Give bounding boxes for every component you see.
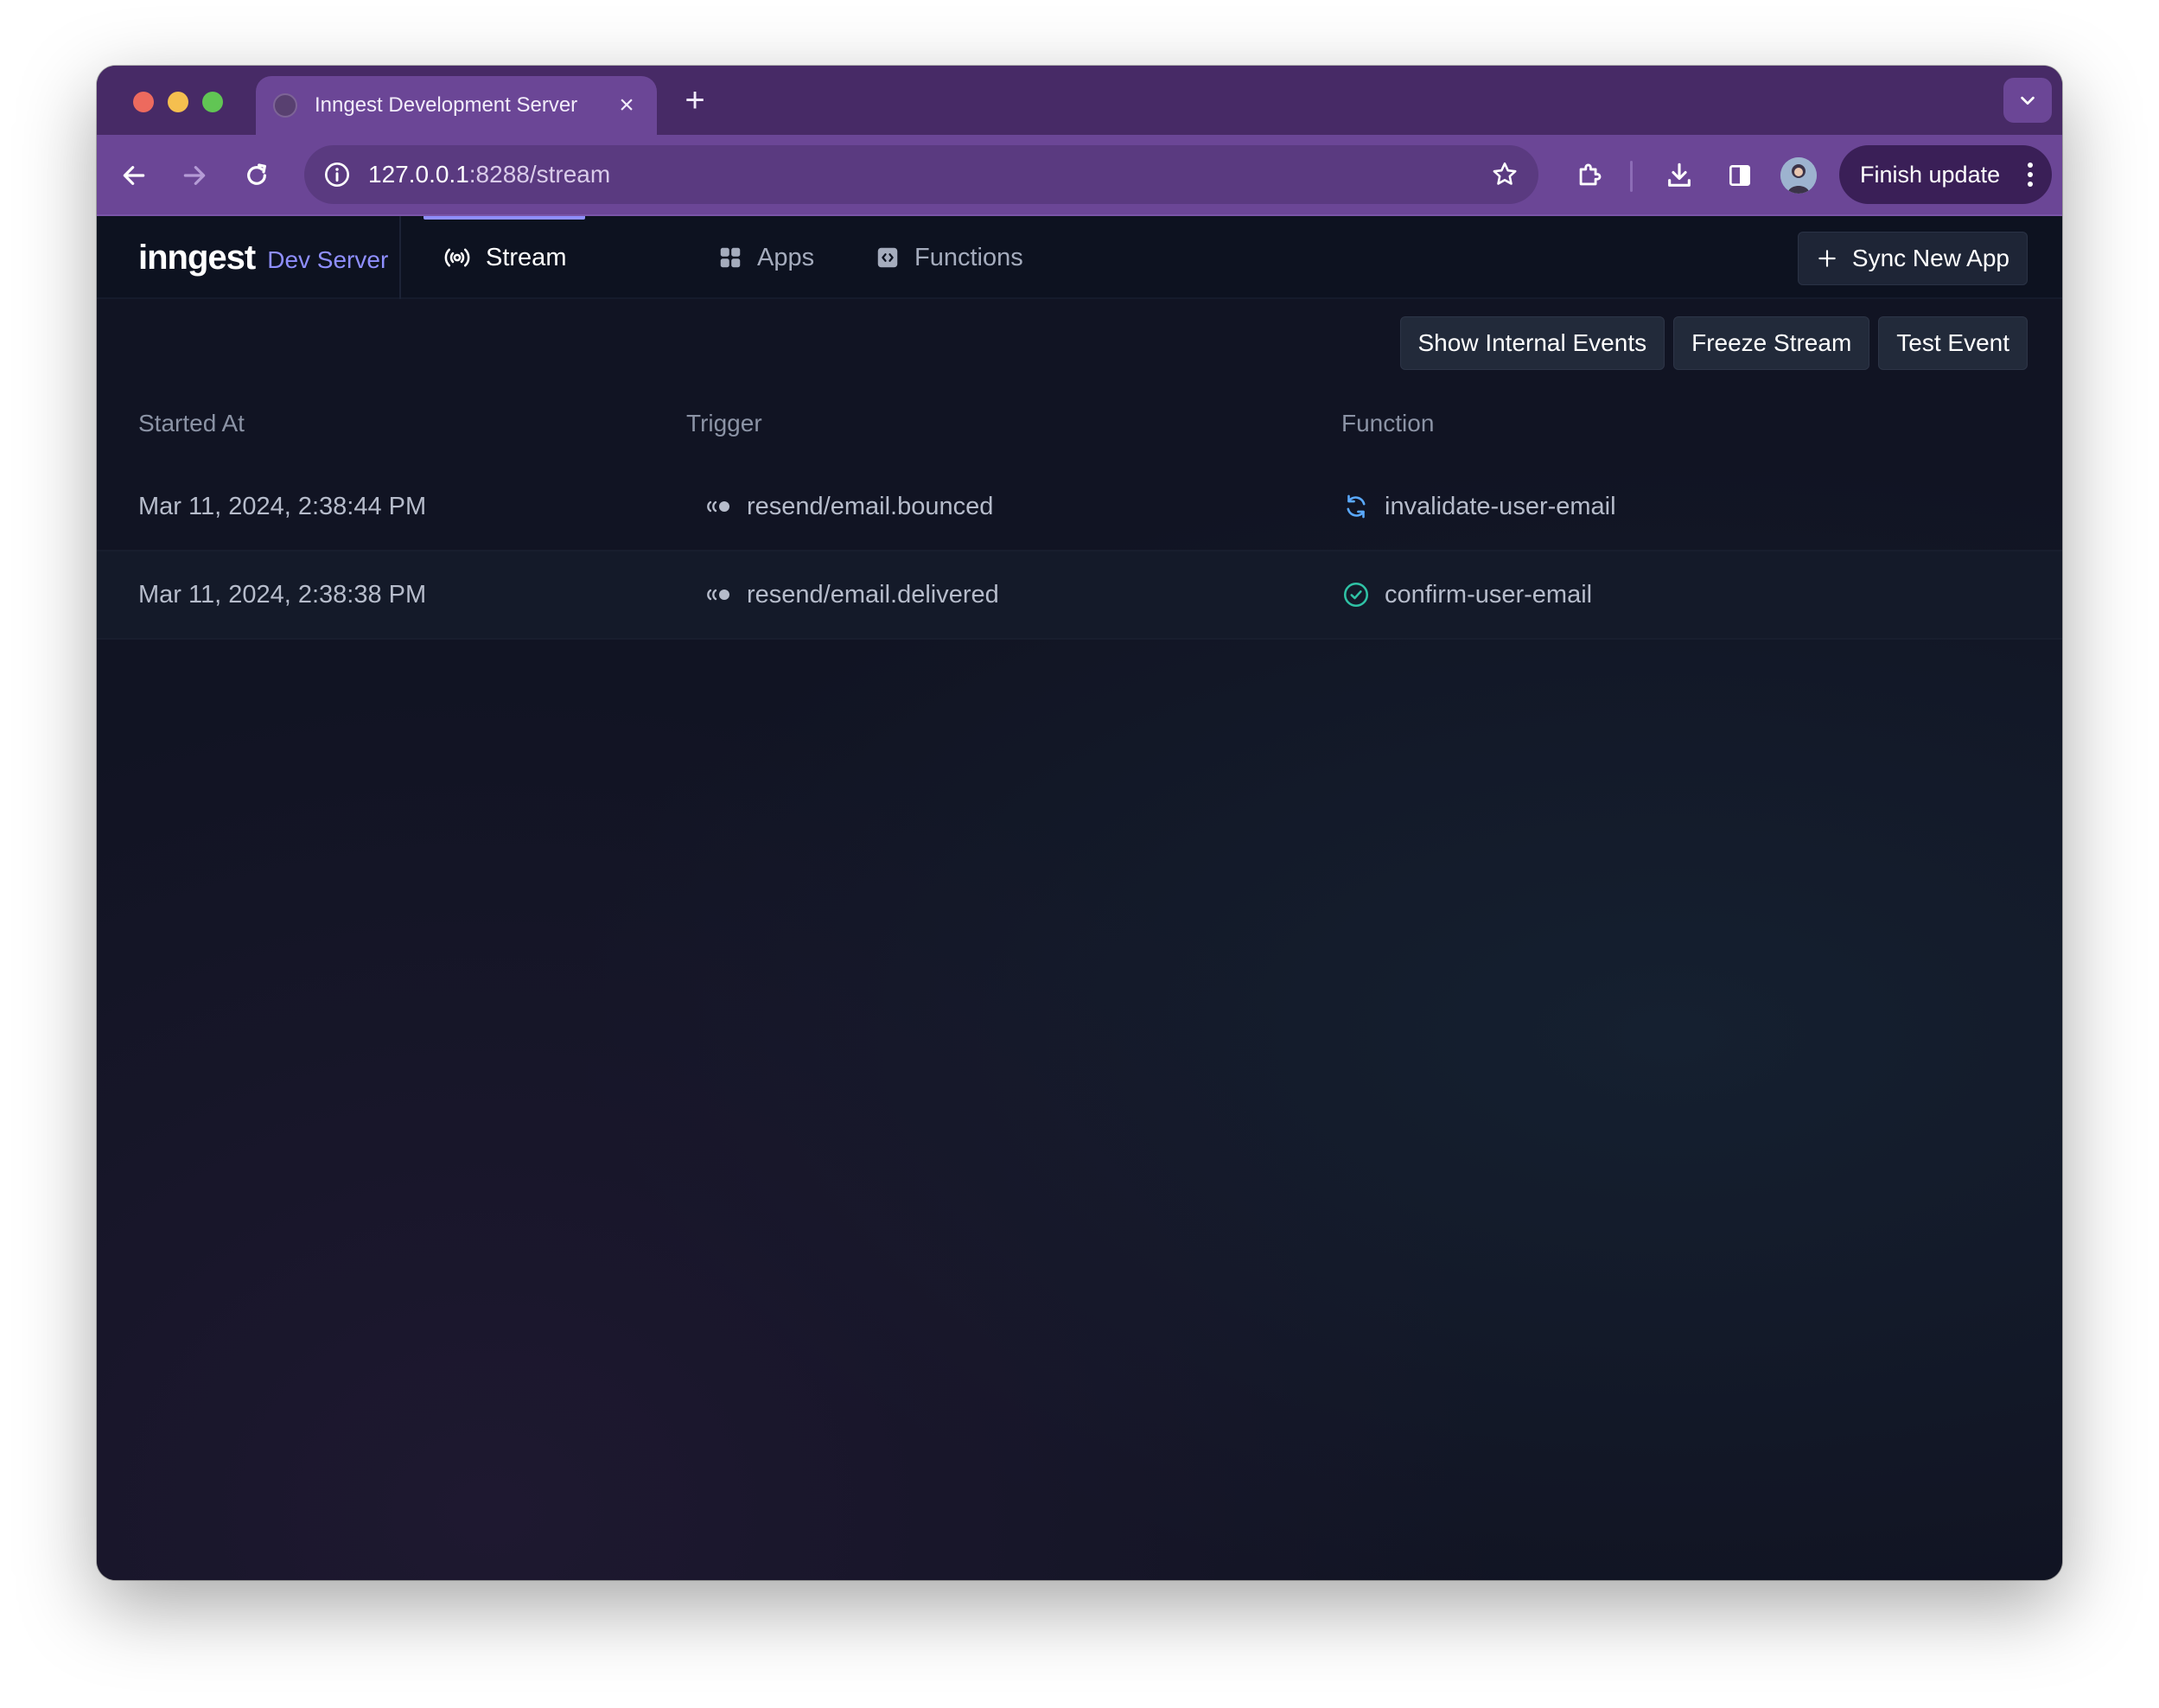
- user-avatar-icon: [1780, 157, 1817, 194]
- column-trigger: Trigger: [686, 410, 762, 437]
- close-window-button[interactable]: [133, 92, 154, 112]
- plus-icon: [1818, 250, 1836, 267]
- reload-icon: [247, 163, 266, 185]
- kebab-menu-icon[interactable]: [2028, 163, 2033, 187]
- bookmark-star-icon[interactable]: [1490, 160, 1519, 189]
- function-cell[interactable]: confirm-user-email: [1341, 551, 1592, 638]
- tab-apps[interactable]: Apps: [717, 216, 814, 299]
- column-started-at: Started At: [138, 410, 245, 437]
- tab-stream-label: Stream: [486, 243, 567, 271]
- side-panel-button[interactable]: [1718, 154, 1761, 197]
- brand-logo[interactable]: inngest Dev Server: [138, 216, 388, 299]
- download-icon: [1668, 163, 1691, 187]
- column-function: Function: [1341, 410, 1435, 437]
- close-tab-icon[interactable]: ×: [614, 92, 640, 118]
- tab-search-button[interactable]: [2003, 78, 2052, 123]
- extensions-button[interactable]: [1568, 154, 1611, 197]
- tab-stream[interactable]: Stream: [424, 216, 586, 299]
- function-cell[interactable]: invalidate-user-email: [1341, 463, 1616, 550]
- event-trigger-icon: [707, 500, 729, 513]
- sync-new-app-label: Sync New App: [1851, 245, 2009, 271]
- url-host: 127.0.0.1: [368, 161, 469, 188]
- function-name: confirm-user-email: [1385, 580, 1593, 609]
- browser-window: Inngest Development Server × + 127.0.0.1…: [97, 66, 2062, 1580]
- maximize-window-button[interactable]: [202, 92, 223, 112]
- brand-subtitle: Dev Server: [267, 246, 389, 273]
- trigger-cell[interactable]: resend/email.delivered: [705, 551, 999, 638]
- finish-update-label: Finish update: [1860, 161, 2001, 188]
- minimize-window-button[interactable]: [168, 92, 188, 112]
- table-header: Started At Trigger Function: [97, 386, 2062, 463]
- stream-actions: Show Internal Events Freeze Stream Test …: [1399, 316, 2028, 370]
- function-name: invalidate-user-email: [1385, 492, 1616, 520]
- side-panel-icon: [1729, 165, 1750, 186]
- chevron-down-icon: [2021, 96, 2035, 105]
- arrow-left-icon: [123, 166, 145, 185]
- tab-apps-label: Apps: [757, 243, 815, 271]
- event-trigger-icon: [707, 589, 729, 601]
- tab-functions[interactable]: Functions: [875, 216, 1023, 299]
- toolbar-divider: [1630, 161, 1633, 192]
- downloads-button[interactable]: [1658, 154, 1701, 197]
- test-event-button[interactable]: Test Event: [1878, 316, 2028, 370]
- started-at-cell: Mar 11, 2024, 2:38:44 PM: [138, 492, 427, 520]
- info-icon[interactable]: [323, 161, 351, 188]
- tab-functions-label: Functions: [914, 243, 1023, 271]
- reload-button[interactable]: [235, 154, 278, 197]
- browser-tab[interactable]: Inngest Development Server ×: [256, 76, 657, 135]
- broadcast-icon: [444, 248, 470, 267]
- new-tab-button[interactable]: +: [676, 81, 714, 119]
- tab-title: Inngest Development Server: [315, 93, 578, 117]
- started-at-cell: Mar 11, 2024, 2:38:38 PM: [138, 580, 427, 609]
- running-sync-icon: [1347, 494, 1366, 519]
- app-content: inngest Dev Server Stream Apps Functions…: [97, 216, 2062, 1580]
- back-button[interactable]: [112, 154, 156, 197]
- table-row[interactable]: Mar 11, 2024, 2:38:38 PM resend/email.de…: [97, 551, 2062, 640]
- puzzle-icon: [1579, 163, 1602, 186]
- code-icon: [877, 247, 898, 268]
- forward-button[interactable]: [173, 154, 216, 197]
- table-row[interactable]: Mar 11, 2024, 2:38:44 PM resend/email.bo…: [97, 463, 2062, 551]
- trigger-name: resend/email.delivered: [747, 580, 999, 609]
- arrow-right-icon: [183, 166, 206, 185]
- tab-bar: Inngest Development Server × +: [97, 66, 2062, 135]
- globe-icon: [273, 93, 297, 118]
- profile-avatar[interactable]: [1780, 157, 1817, 194]
- grid-icon: [720, 247, 741, 268]
- completed-check-icon: [1343, 582, 1369, 608]
- trigger-cell[interactable]: resend/email.bounced: [705, 463, 993, 550]
- address-bar[interactable]: 127.0.0.1 :8288/stream: [304, 145, 1538, 204]
- sync-new-app-button[interactable]: Sync New App: [1797, 232, 2028, 285]
- browser-toolbar: 127.0.0.1 :8288/stream Finish update: [97, 135, 2062, 216]
- stream-table: Started At Trigger Function Mar 11, 2024…: [97, 386, 2062, 640]
- brand-name: inngest: [138, 238, 256, 277]
- header-divider: [399, 216, 401, 299]
- url-path: :8288/stream: [468, 161, 611, 188]
- trigger-name: resend/email.bounced: [747, 492, 994, 520]
- show-internal-events-button[interactable]: Show Internal Events: [1399, 316, 1665, 370]
- freeze-stream-button[interactable]: Freeze Stream: [1673, 316, 1870, 370]
- finish-update-button[interactable]: Finish update: [1839, 145, 2052, 204]
- app-header: inngest Dev Server Stream Apps Functions…: [97, 216, 2062, 299]
